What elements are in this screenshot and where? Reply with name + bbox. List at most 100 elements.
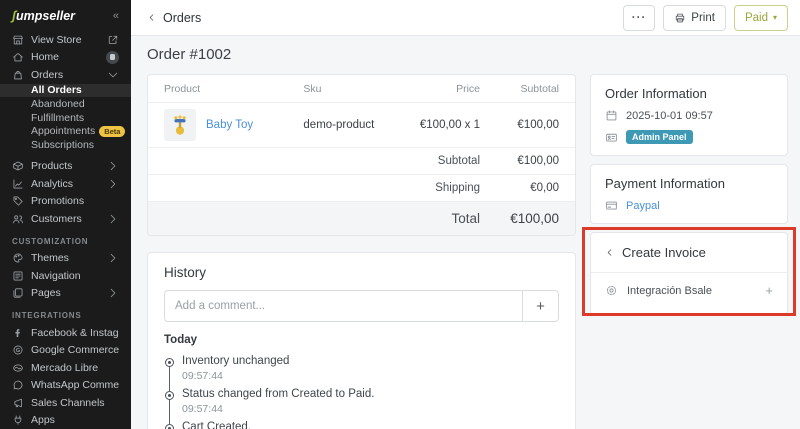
- credit-card-icon: [605, 199, 618, 212]
- sidebar-item-analytics[interactable]: Analytics: [0, 175, 131, 193]
- history-card: History + Today Inventory unchanged 09:5…: [147, 252, 576, 429]
- section-header-integrations: INTEGRATIONS: [0, 302, 131, 324]
- storefront-icon: [12, 34, 24, 46]
- sidebar-item-facebook-instagram[interactable]: Facebook & Instagram: [0, 324, 131, 342]
- channel-badge: Admin Panel: [626, 130, 693, 144]
- payment-information-title: Payment Information: [605, 176, 773, 191]
- chevron-right-icon: [107, 287, 119, 299]
- chevron-right-icon: [107, 160, 119, 172]
- create-invoice-header[interactable]: Create Invoice: [591, 233, 787, 273]
- order-information-card: Order Information 2025-10-01 09:57 Admin…: [590, 74, 788, 156]
- facebook-icon: [12, 327, 24, 339]
- add-invoice-button[interactable]: +: [765, 284, 773, 297]
- summary-row-subtotal: Subtotal €100,00: [148, 148, 575, 175]
- sidebar-item-label: View Store: [31, 34, 100, 46]
- sidebar-item-promotions[interactable]: Promotions: [0, 193, 131, 211]
- topbar: Orders ··· Print Paid ▾: [131, 0, 800, 36]
- print-button[interactable]: Print: [663, 5, 726, 31]
- timeline-dot: [165, 358, 174, 367]
- plug-icon: [12, 414, 24, 426]
- product-subtotal: €100,00: [480, 119, 559, 131]
- sidebar-collapse-icon[interactable]: «: [113, 10, 119, 22]
- more-actions-button[interactable]: ···: [623, 5, 656, 31]
- chart-icon: [12, 178, 24, 190]
- mercado-libre-icon: [12, 362, 24, 374]
- users-icon: [12, 213, 24, 225]
- beta-badge: Beta: [99, 126, 125, 137]
- palette-icon: [12, 252, 24, 264]
- back-to-orders-link[interactable]: Orders: [147, 11, 201, 25]
- box-icon: [12, 160, 24, 172]
- timeline-dot: [165, 424, 174, 429]
- timeline-dot: [165, 391, 174, 400]
- integration-label: Integración Bsale: [627, 285, 712, 297]
- sidebar-item-home[interactable]: Home: [0, 49, 131, 67]
- sidebar-item-apps[interactable]: Apps: [0, 412, 131, 429]
- home-notification-badge: [106, 51, 119, 64]
- order-items-card: Product Sku Price Subtotal: [147, 74, 576, 236]
- sidebar-subitem-fulfillments[interactable]: Fulfillments: [0, 111, 131, 125]
- sidebar-item-customers[interactable]: Customers: [0, 210, 131, 228]
- gear-icon: [605, 284, 618, 297]
- create-invoice-title: Create Invoice: [622, 245, 706, 260]
- order-information-title: Order Information: [605, 86, 773, 101]
- caret-down-icon: ▾: [773, 13, 777, 22]
- megaphone-icon: [12, 397, 24, 409]
- product-link[interactable]: Baby Toy: [206, 119, 253, 131]
- history-day-label: Today: [164, 334, 559, 346]
- sidebar-item-view-store[interactable]: View Store: [0, 31, 131, 49]
- section-header-customization: CUSTOMIZATION: [0, 228, 131, 250]
- sidebar-item-pages[interactable]: Pages: [0, 285, 131, 303]
- home-icon: [12, 51, 24, 63]
- sidebar-item-navigation[interactable]: Navigation: [0, 267, 131, 285]
- sidebar-item-sales-channels[interactable]: Sales Channels: [0, 394, 131, 412]
- timeline-item: Status changed from Created to Paid. 09:…: [165, 388, 559, 421]
- column-header-sku: Sku: [303, 83, 405, 95]
- chevron-right-icon: [107, 178, 119, 190]
- whatsapp-icon: [12, 379, 24, 391]
- sidebar: ʃumpseller « View Store Home Orders All …: [0, 0, 131, 429]
- sidebar-item-whatsapp-commerce[interactable]: WhatsApp Commerce: [0, 377, 131, 395]
- order-date: 2025-10-01 09:57: [626, 110, 713, 122]
- order-status-dropdown[interactable]: Paid ▾: [734, 5, 788, 31]
- payment-information-card: Payment Information Paypal: [590, 164, 788, 224]
- external-link-icon: [107, 34, 119, 46]
- sidebar-item-mercado-libre[interactable]: Mercado Libre: [0, 359, 131, 377]
- column-header-price: Price: [406, 83, 480, 95]
- payment-method-link[interactable]: Paypal: [626, 200, 660, 212]
- sidebar-item-themes[interactable]: Themes: [0, 250, 131, 268]
- column-header-product: Product: [164, 83, 303, 95]
- google-icon: [12, 344, 24, 356]
- chevron-left-icon: [605, 248, 614, 257]
- content: Order #1002 Product Sku Price Subtotal: [131, 36, 800, 429]
- printer-icon: [674, 12, 686, 24]
- sidebar-subitem-all-orders[interactable]: All Orders: [0, 84, 131, 98]
- timeline-item: Inventory unchanged 09:57:44: [165, 355, 559, 388]
- table-header: Product Sku Price Subtotal: [148, 75, 575, 103]
- main-area: Orders ··· Print Paid ▾ Order #1002: [131, 0, 800, 429]
- history-timeline: Inventory unchanged 09:57:44 Status chan…: [165, 355, 559, 429]
- sidebar-item-products[interactable]: Products: [0, 158, 131, 176]
- comment-group: +: [164, 290, 559, 322]
- tag-icon: [12, 195, 24, 207]
- summary-row-total: Total €100,00: [148, 202, 575, 235]
- chevron-left-icon: [147, 13, 156, 22]
- status-badge: Paid: [745, 12, 768, 24]
- sidebar-item-label: Orders: [31, 69, 100, 81]
- sidebar-subitem-abandoned[interactable]: Abandoned: [0, 97, 131, 111]
- chevron-down-icon: [107, 69, 119, 81]
- sidebar-item-label: Home: [31, 51, 99, 63]
- table-row: Baby Toy demo-product €100,00 x 1 €100,0…: [148, 103, 575, 148]
- calendar-icon: [605, 109, 618, 122]
- sidebar-subitem-subscriptions[interactable]: Subscriptions: [0, 138, 131, 152]
- column-header-subtotal: Subtotal: [480, 83, 559, 95]
- product-thumbnail: [164, 109, 196, 141]
- comment-input[interactable]: [164, 290, 523, 322]
- sidebar-subitem-appointments[interactable]: AppointmentsBeta: [0, 124, 131, 138]
- chevron-right-icon: [107, 252, 119, 264]
- sidebar-item-orders[interactable]: Orders: [0, 66, 131, 84]
- sidebar-item-google-commerce[interactable]: Google Commerce: [0, 342, 131, 360]
- page-title: Order #1002: [147, 46, 788, 63]
- add-comment-button[interactable]: +: [523, 290, 559, 322]
- history-title: History: [164, 265, 559, 280]
